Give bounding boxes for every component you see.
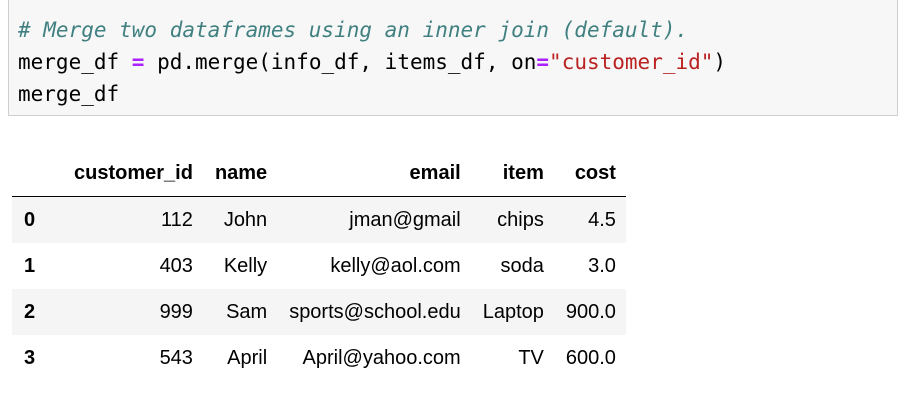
cell-customer-id: 999	[159, 300, 193, 323]
code-cell-input[interactable]: # Merge two dataframes using an inner jo…	[8, 0, 898, 116]
cell-email: sports@school.edu	[289, 300, 461, 323]
column-header-customer-id: customer_id	[62, 150, 203, 197]
cell-customer-id: 403	[159, 254, 193, 277]
cell-email: kelly@aol.com	[330, 254, 461, 277]
code-variable: merge_df	[18, 50, 132, 74]
code-line-2: merge_df = pd.merge(info_df, items_df, o…	[18, 46, 726, 78]
cell-customer-id: 112	[161, 208, 193, 231]
column-header-item: item	[470, 150, 554, 197]
code-string-literal: "customer_id"	[549, 50, 714, 74]
table-header: customer_id name email item cost	[12, 150, 626, 197]
code-editor[interactable]: # Merge two dataframes using an inner jo…	[18, 14, 726, 110]
code-assign-operator: =	[131, 50, 145, 74]
row-index: 3	[24, 346, 36, 369]
index-header	[12, 150, 62, 197]
cell-name: Sam	[226, 300, 268, 323]
cell-customer-id: 543	[159, 346, 193, 369]
cell-name: John	[223, 208, 268, 231]
cell-item: Laptop	[482, 300, 544, 323]
code-line-1: # Merge two dataframes using an inner jo…	[18, 14, 726, 46]
table-row: 3 543 April April@yahoo.com TV 600.0	[12, 335, 626, 381]
row-index: 1	[24, 254, 36, 277]
cell-name: April	[227, 346, 268, 369]
code-merge-call: pd.merge(info_df, items_df, on	[144, 50, 537, 74]
cell-cost: 600.0	[565, 346, 616, 369]
column-header-cost: cost	[553, 150, 626, 197]
cell-cost: 3.0	[588, 254, 616, 277]
code-line-3: merge_df	[18, 78, 726, 110]
table-row: 2 999 Sam sports@school.edu Laptop 900.0	[12, 289, 626, 335]
row-index: 0	[24, 208, 36, 231]
cell-item: chips	[497, 208, 544, 231]
cell-cost: 900.0	[565, 300, 616, 323]
code-close-paren: )	[713, 50, 727, 74]
row-index: 2	[24, 300, 36, 323]
cell-item: TV	[518, 346, 544, 369]
cell-item: soda	[500, 254, 544, 277]
code-kwarg-operator: =	[536, 50, 550, 74]
code-output-variable: merge_df	[18, 82, 120, 106]
column-header-name: name	[202, 150, 278, 197]
header-row: customer_id name email item cost	[12, 150, 626, 197]
cell-email: jman@gmail	[349, 208, 461, 231]
cell-output: customer_id name email item cost 0 112 J…	[12, 150, 626, 381]
table-row: 0 112 John jman@gmail chips 4.5	[12, 196, 626, 243]
cell-email: April@yahoo.com	[302, 346, 461, 369]
code-comment: # Merge two dataframes using an inner jo…	[18, 18, 689, 42]
table-row: 1 403 Kelly kelly@aol.com soda 3.0	[12, 243, 626, 289]
column-header-email: email	[277, 150, 471, 197]
cell-cost: 4.5	[588, 208, 616, 231]
table-body: 0 112 John jman@gmail chips 4.5 1 403 Ke…	[12, 196, 626, 382]
dataframe-table: customer_id name email item cost 0 112 J…	[12, 150, 626, 381]
cell-name: Kelly	[223, 254, 268, 277]
